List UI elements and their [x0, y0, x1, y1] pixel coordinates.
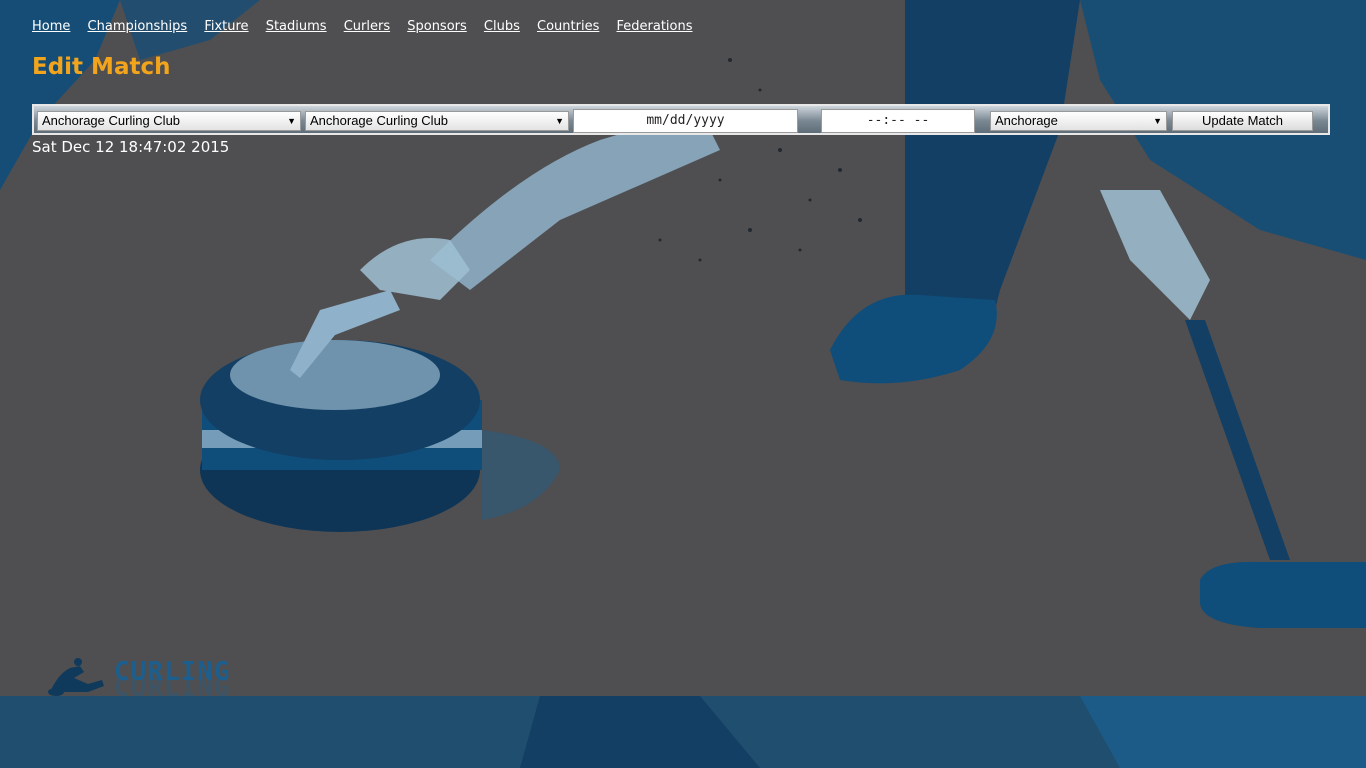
nav-link-clubs[interactable]: Clubs — [484, 19, 520, 34]
stadium-select[interactable]: Anchorage ▼ — [990, 111, 1167, 131]
away-club-selected-value: Anchorage Curling Club — [310, 113, 449, 128]
nav-link-curlers[interactable]: Curlers — [344, 19, 390, 34]
home-club-select[interactable]: Anchorage Curling Club ▼ — [37, 111, 301, 131]
main-navigation: Home Championships Fixture Stadiums Curl… — [32, 19, 706, 34]
nav-link-federations[interactable]: Federations — [617, 19, 693, 34]
nav-link-sponsors[interactable]: Sponsors — [407, 19, 467, 34]
nav-link-championships[interactable]: Championships — [88, 19, 188, 34]
match-time-input[interactable]: --:-- -- — [821, 109, 975, 133]
nav-link-fixture[interactable]: Fixture — [204, 19, 248, 34]
dropdown-arrow-icon: ▼ — [1153, 116, 1162, 126]
home-club-selected-value: Anchorage Curling Club — [42, 113, 181, 128]
stadium-selected-value: Anchorage — [995, 113, 1058, 128]
dropdown-arrow-icon: ▼ — [287, 116, 296, 126]
page-title: Edit Match — [32, 54, 171, 80]
curling-logo: CURLING CURLING — [44, 654, 244, 703]
edit-match-form: Anchorage Curling Club ▼ Anchorage Curli… — [32, 104, 1330, 135]
away-club-select[interactable]: Anchorage Curling Club ▼ — [305, 111, 569, 131]
nav-link-stadiums[interactable]: Stadiums — [266, 19, 327, 34]
nav-link-countries[interactable]: Countries — [537, 19, 599, 34]
svg-text:CURLING: CURLING — [114, 673, 231, 698]
dropdown-arrow-icon: ▼ — [555, 116, 564, 126]
nav-link-home[interactable]: Home — [32, 19, 70, 34]
match-date-input[interactable]: mm/dd/yyyy — [573, 109, 798, 133]
update-match-button[interactable]: Update Match — [1172, 111, 1313, 131]
curling-logo-graphic: CURLING CURLING — [48, 657, 231, 703]
server-timestamp: Sat Dec 12 18:47:02 2015 — [32, 138, 230, 156]
